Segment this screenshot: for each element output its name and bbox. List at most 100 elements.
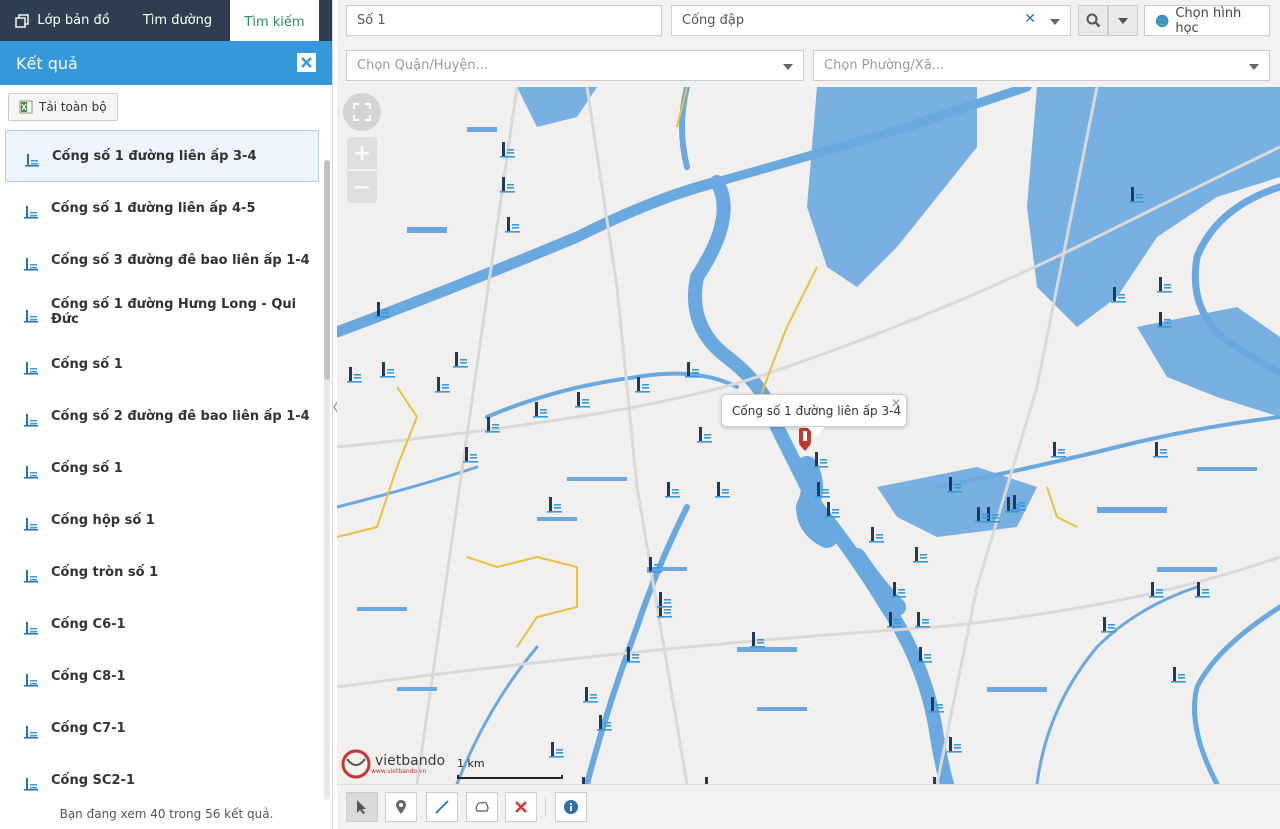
gate-marker[interactable]: [869, 527, 884, 543]
logo-text: vietbando: [375, 752, 446, 769]
result-item-label: Cống SC2-1: [51, 772, 135, 788]
map-canvas[interactable]: + − Cống số 1 đường liên ấp 3-4 ✕ vietba…: [337, 87, 1280, 784]
keyword-input[interactable]: Số 1: [346, 5, 662, 36]
marker-icon: [396, 800, 406, 814]
gate-marker[interactable]: [500, 177, 515, 193]
pointer-tool-button[interactable]: [346, 792, 378, 822]
globe-icon: [1155, 14, 1169, 27]
line-tool-button[interactable]: [426, 792, 458, 822]
result-item[interactable]: Cống C6-1: [5, 598, 319, 650]
zoom-out-button[interactable]: −: [347, 171, 377, 203]
result-item[interactable]: Cống C7-1: [5, 702, 319, 754]
left-panel: Lớp bản đồ Tìm đường Tìm kiếm Kết quả Tả…: [0, 0, 333, 829]
keyword-value: Số 1: [357, 13, 386, 28]
gate-marker[interactable]: [703, 777, 718, 784]
result-item[interactable]: Cống số 1 đường liên ấp 4-5: [5, 182, 319, 234]
clear-category-icon[interactable]: ✕: [1024, 11, 1036, 27]
gate-marker[interactable]: [347, 367, 362, 383]
gate-marker[interactable]: [635, 377, 650, 393]
gate-marker[interactable]: [1149, 582, 1164, 598]
gate-marker[interactable]: [913, 547, 928, 563]
result-item-label: Cống số 1: [51, 460, 123, 476]
chevron-down-icon: [1249, 64, 1259, 70]
gate-marker[interactable]: [891, 582, 906, 598]
result-item-label: Cống tròn số 1: [51, 564, 159, 580]
gate-marker[interactable]: [1157, 277, 1172, 293]
gate-marker[interactable]: [463, 447, 478, 463]
gate-marker[interactable]: [947, 737, 962, 753]
result-item[interactable]: Cống số 1: [5, 442, 319, 494]
tab-search[interactable]: Tìm kiếm: [230, 0, 319, 41]
gate-marker[interactable]: [453, 352, 468, 368]
info-icon: [564, 800, 578, 814]
gate-marker[interactable]: [380, 362, 395, 378]
gate-marker[interactable]: [750, 632, 765, 648]
result-item-label: Cống hộp số 1: [51, 512, 155, 528]
gate-marker[interactable]: [1195, 582, 1210, 598]
result-item[interactable]: Cống hộp số 1: [5, 494, 319, 546]
gate-marker[interactable]: [917, 647, 932, 663]
dam-gate-icon: [24, 778, 38, 791]
result-item-label: Cống số 1 đường Hưng Long - Qui Đức: [51, 297, 297, 327]
result-item[interactable]: Cống số 1 đường liên ấp 3-4: [5, 130, 319, 182]
gate-marker[interactable]: [1171, 667, 1186, 683]
close-results-button[interactable]: [297, 53, 316, 72]
dam-gate-icon: [24, 518, 38, 531]
tab-route-label: Tìm đường: [142, 13, 213, 28]
marker-tool-button[interactable]: [385, 792, 417, 822]
download-all-label: Tải toàn bộ: [39, 100, 107, 114]
tab-route[interactable]: Tìm đường: [125, 0, 230, 41]
chevron-down-icon: [783, 64, 793, 70]
choose-geometry-button[interactable]: Chọn hình học: [1144, 5, 1270, 36]
result-item[interactable]: Cống số 2 đường đê bao liên ấp 1-4: [5, 390, 319, 442]
gate-marker[interactable]: [505, 217, 520, 233]
popup-close-icon[interactable]: ✕: [891, 396, 901, 410]
search-options-button[interactable]: [1108, 5, 1138, 36]
delete-tool-button[interactable]: [505, 792, 537, 822]
gate-marker[interactable]: [549, 742, 564, 758]
gate-marker[interactable]: [435, 377, 450, 393]
search-button[interactable]: [1078, 5, 1108, 36]
district-select[interactable]: Chọn Quận/Huyện...: [346, 50, 804, 81]
result-item-label: Cống số 1 đường liên ấp 4-5: [51, 200, 256, 216]
gate-marker[interactable]: [657, 592, 672, 608]
gate-marker[interactable]: [1153, 442, 1168, 458]
gate-marker[interactable]: [547, 497, 562, 513]
gate-marker[interactable]: [625, 647, 640, 663]
result-item[interactable]: Cống SC2-1: [5, 754, 319, 801]
polygon-tool-button[interactable]: [466, 792, 498, 822]
result-item[interactable]: Cống số 1 đường Hưng Long - Qui Đức: [5, 286, 319, 338]
tab-layers[interactable]: Lớp bản đồ: [0, 0, 125, 41]
result-item[interactable]: Cống số 1: [5, 338, 319, 390]
dam-gate-icon: [25, 154, 39, 167]
layers-icon: [15, 13, 29, 28]
gate-marker[interactable]: [583, 687, 598, 703]
gate-marker[interactable]: [665, 482, 680, 498]
gate-marker[interactable]: [915, 612, 930, 628]
ward-placeholder: Chọn Phường/Xã...: [824, 58, 945, 73]
results-count: Bạn đang xem 40 trong 56 kết quả.: [59, 807, 274, 821]
gate-marker[interactable]: [1051, 442, 1066, 458]
tab-search-label: Tìm kiếm: [244, 14, 305, 30]
result-item[interactable]: Cống C8-1: [5, 650, 319, 702]
results-scrollbar-thumb[interactable]: [324, 160, 330, 380]
ward-select[interactable]: Chọn Phường/Xã...: [813, 50, 1270, 81]
zoom-in-button[interactable]: +: [347, 137, 377, 169]
download-all-button[interactable]: Tải toàn bộ: [8, 93, 118, 121]
gate-marker[interactable]: [697, 427, 712, 443]
gate-marker[interactable]: [575, 392, 590, 408]
choose-geometry-label: Chọn hình học: [1175, 5, 1242, 36]
result-item[interactable]: Cống tròn số 1: [5, 546, 319, 598]
gate-marker[interactable]: [825, 502, 840, 518]
info-tool-button[interactable]: [555, 792, 587, 822]
result-item-label: Cống số 1: [51, 356, 123, 372]
result-item[interactable]: Cống số 3 đường đê bao liên ấp 1-4: [5, 234, 319, 286]
map-scale: 1 km: [457, 757, 563, 779]
fullscreen-button[interactable]: [343, 93, 381, 131]
gate-marker[interactable]: [533, 402, 548, 418]
result-item-label: Cống C7-1: [51, 720, 126, 736]
gate-marker[interactable]: [813, 452, 828, 468]
category-select[interactable]: Cống đập ✕: [671, 5, 1071, 36]
gate-marker[interactable]: [715, 482, 730, 498]
dam-gate-icon: [24, 414, 38, 427]
